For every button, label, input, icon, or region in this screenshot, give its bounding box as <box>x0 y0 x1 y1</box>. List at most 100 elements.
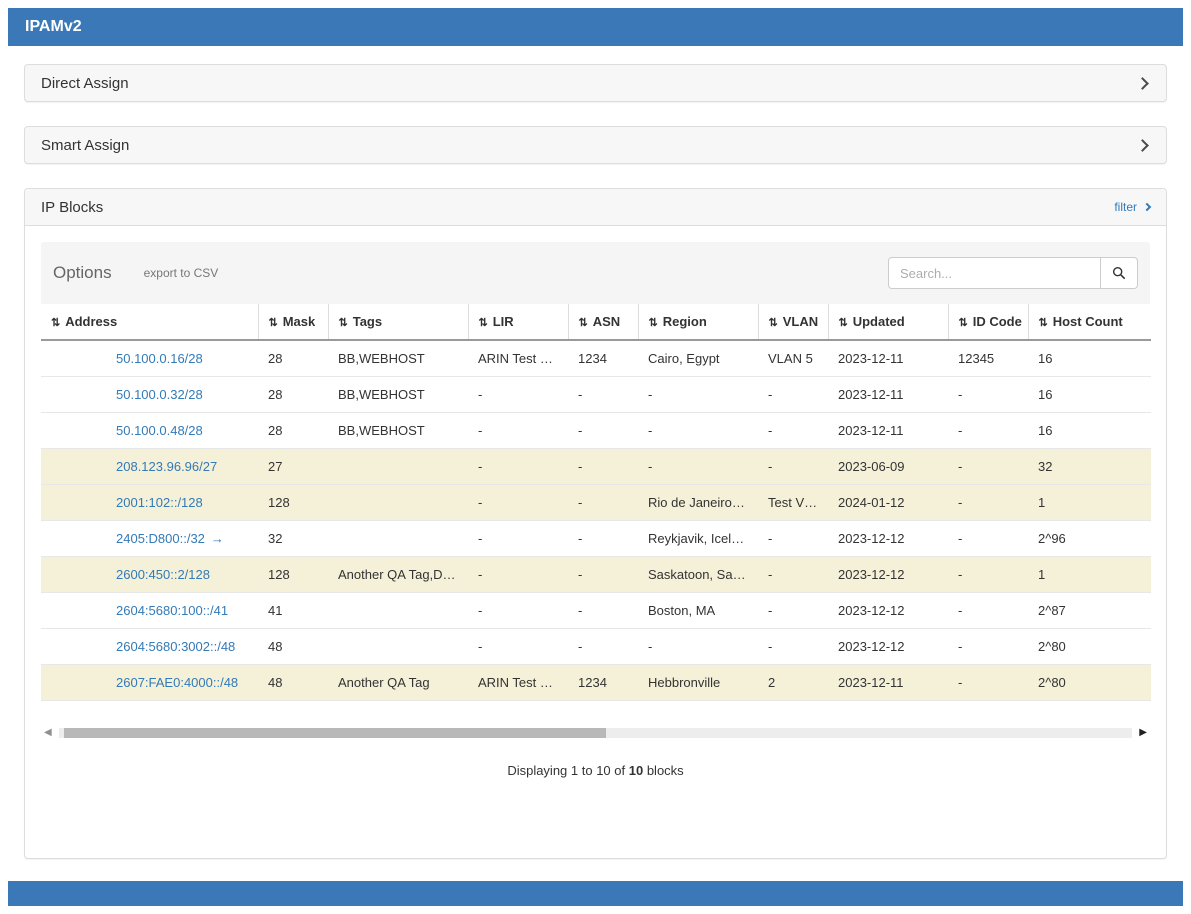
export-csv-link[interactable]: export to CSV <box>144 266 219 280</box>
table-cell-updated: 2023-12-11 <box>828 413 948 449</box>
table-cell-vlan: 2 <box>758 665 828 701</box>
pagination-suffix: blocks <box>647 763 684 778</box>
table-cell-mask: 28 <box>258 340 328 377</box>
address-link[interactable]: 2001:102::/128 <box>116 495 203 510</box>
table-header-row: ⇅Address ⇅Mask ⇅Tags ⇅L <box>41 304 1151 340</box>
table-cell-mask: 48 <box>258 665 328 701</box>
address-link[interactable]: 208.123.96.96/27 <box>116 459 217 474</box>
sort-icon: ⇅ <box>839 317 848 329</box>
table-row: 2604:5680:3002::/48 48 - - - - 2023-12-1… <box>41 629 1151 665</box>
options-title: Options <box>53 263 112 283</box>
ip-blocks-body: Options export to CSV <box>25 226 1166 858</box>
address-link[interactable]: 2405:D800::/32 <box>116 531 205 546</box>
column-header[interactable]: ⇅Tags <box>328 304 468 340</box>
scroll-right-arrow-icon[interactable]: ▶ <box>1136 725 1150 741</box>
table-cell-region: Rio de Janeiro, … <box>638 485 758 521</box>
table-cell-host-count: 16 <box>1028 340 1151 377</box>
table-cell-lir: - <box>468 485 568 521</box>
table-cell-asn: - <box>568 521 638 557</box>
pagination-summary: Displaying 1 to 10 of 10 blocks <box>41 763 1150 858</box>
column-header[interactable]: ⇅Region <box>638 304 758 340</box>
pagination-total: 10 <box>629 763 643 778</box>
column-header[interactable]: ⇅LIR <box>468 304 568 340</box>
address-link[interactable]: 2600:450::2/128 <box>116 567 210 582</box>
sort-icon: ⇅ <box>579 317 588 329</box>
column-header-label: Mask <box>283 314 316 329</box>
column-header-label: ID Code <box>973 314 1022 329</box>
chevron-right-icon <box>1136 139 1149 152</box>
table-cell-updated: 2023-12-12 <box>828 593 948 629</box>
table-cell-id-code: - <box>948 557 1028 593</box>
table-row: 208.123.96.96/27 27 - - - - 2023-06-09 -… <box>41 449 1151 485</box>
table-row: 2405:D800::/32→ 32 - - Reykjavik, Icelan… <box>41 521 1151 557</box>
filter-link[interactable]: filter <box>1114 200 1150 214</box>
column-header[interactable]: ⇅VLAN <box>758 304 828 340</box>
sort-icon: ⇅ <box>649 317 658 329</box>
table-cell-address: 2600:450::2/128 <box>41 557 258 593</box>
table-cell-mask: 128 <box>258 557 328 593</box>
table-cell-region: - <box>638 449 758 485</box>
app-header: IPAMv2 <box>8 8 1183 46</box>
sort-icon: ⇅ <box>269 317 278 329</box>
address-link[interactable]: 2604:5680:3002::/48 <box>116 639 235 654</box>
table-cell-lir: ARIN Test LIR <box>468 665 568 701</box>
search-button[interactable] <box>1101 257 1138 289</box>
table-cell-lir: - <box>468 629 568 665</box>
column-header[interactable]: ⇅Host Count <box>1028 304 1151 340</box>
table-cell-id-code: - <box>948 413 1028 449</box>
smart-assign-panel[interactable]: Smart Assign <box>24 126 1167 164</box>
column-header[interactable]: ⇅ Mask <box>258 304 328 340</box>
table-cell-lir: - <box>468 449 568 485</box>
table-cell-region: Boston, MA <box>638 593 758 629</box>
table-cell-tags <box>328 629 468 665</box>
table-cell-id-code: 12345 <box>948 340 1028 377</box>
table-cell-host-count: 1 <box>1028 557 1151 593</box>
column-header[interactable]: ⇅ASN <box>568 304 638 340</box>
table-cell-address: 2604:5680:3002::/48 <box>41 629 258 665</box>
search-icon <box>1112 266 1126 280</box>
scrollbar-thumb[interactable] <box>64 728 606 738</box>
table-cell-address: 2405:D800::/32→ <box>41 521 258 557</box>
column-header[interactable]: ⇅Updated <box>828 304 948 340</box>
scroll-left-arrow-icon[interactable]: ◀ <box>41 725 55 741</box>
scrollbar-track[interactable] <box>59 728 1133 738</box>
table-cell-address: 50.100.0.32/28 <box>41 377 258 413</box>
search-input[interactable] <box>888 257 1101 289</box>
address-link[interactable]: 50.100.0.16/28 <box>116 351 203 366</box>
horizontal-scrollbar[interactable]: ◀ ▶ <box>41 725 1150 741</box>
table-cell-address: 2001:102::/128 <box>41 485 258 521</box>
table-cell-vlan: - <box>758 377 828 413</box>
table-cell-vlan: - <box>758 557 828 593</box>
table-cell-id-code: - <box>948 629 1028 665</box>
direct-assign-label: Direct Assign <box>41 75 129 92</box>
address-link[interactable]: 50.100.0.48/28 <box>116 423 203 438</box>
table-cell-id-code: - <box>948 377 1028 413</box>
column-header[interactable]: ⇅ID Code <box>948 304 1028 340</box>
table-cell-lir: ARIN Test LIR <box>468 340 568 377</box>
table-cell-asn: 1234 <box>568 665 638 701</box>
table-cell-address: 50.100.0.48/28 <box>41 413 258 449</box>
table-cell-vlan: - <box>758 449 828 485</box>
direct-assign-panel[interactable]: Direct Assign <box>24 64 1167 102</box>
table-cell-updated: 2023-12-11 <box>828 377 948 413</box>
table-cell-host-count: 2^80 <box>1028 629 1151 665</box>
address-link[interactable]: 50.100.0.32/28 <box>116 387 203 402</box>
table-cell-vlan: Test VL… <box>758 485 828 521</box>
table-cell-vlan: - <box>758 629 828 665</box>
table-cell-updated: 2023-12-11 <box>828 665 948 701</box>
address-link[interactable]: 2604:5680:100::/41 <box>116 603 228 618</box>
app-title: IPAMv2 <box>25 18 82 36</box>
table-cell-vlan: VLAN 5 <box>758 340 828 377</box>
address-link[interactable]: 2607:FAE0:4000::/48 <box>116 675 238 690</box>
table-cell-vlan: - <box>758 521 828 557</box>
main-content: Direct Assign Smart Assign IP Blocks fil… <box>24 64 1167 859</box>
table-cell-host-count: 2^80 <box>1028 665 1151 701</box>
table-row: 2607:FAE0:4000::/48 48 Another QA Tag AR… <box>41 665 1151 701</box>
table-cell-updated: 2023-12-12 <box>828 629 948 665</box>
column-header[interactable]: ⇅Address <box>41 304 258 340</box>
table-row: 2604:5680:100::/41 41 - - Boston, MA - 2… <box>41 593 1151 629</box>
footer-bar <box>8 881 1183 906</box>
table-cell-address: 208.123.96.96/27 <box>41 449 258 485</box>
table-cell-tags: Another QA Tag,DH… <box>328 557 468 593</box>
table-cell-vlan: - <box>758 413 828 449</box>
